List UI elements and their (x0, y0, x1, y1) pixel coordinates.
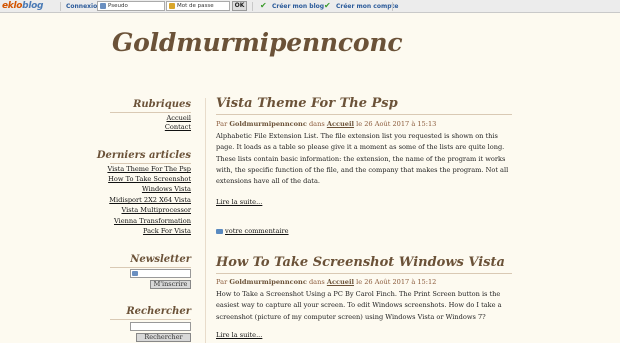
envelope-icon (132, 271, 138, 276)
comment-label: votre commentaire (225, 227, 289, 235)
recent-article-link[interactable]: Windows Vista (142, 185, 191, 194)
sidebar-divider (110, 319, 191, 320)
create-blog-link[interactable]: Créer mon blog (272, 3, 324, 10)
newsletter-subscribe-button[interactable]: M'inscrire (150, 280, 191, 289)
sidebar-divider (110, 267, 191, 268)
post-date: le 26 Août 2017 à 15:12 (356, 278, 437, 286)
post-author-link[interactable]: Goldmurmipennconc (229, 120, 307, 128)
password-field[interactable]: Mot de passe (166, 1, 230, 11)
recent-article-link[interactable]: Vista Multiprocessor (121, 206, 191, 215)
rubriques-heading: Rubriques (133, 99, 191, 110)
toolbar-divider (392, 2, 393, 11)
login-ok-button[interactable]: OK (232, 1, 247, 11)
meta-dans: dans (308, 278, 325, 286)
post-title[interactable]: How To Take Screenshot Windows Vista (216, 255, 505, 270)
post-date: le 26 Août 2017 à 15:13 (356, 120, 437, 128)
recent-article-link[interactable]: Midisport 2X2 X64 Vista (109, 196, 191, 205)
read-more-link[interactable]: Lire la suite... (216, 198, 262, 206)
post-meta: Par Goldmurmipennconc dans Accueil le 26… (216, 278, 436, 286)
sidebar-divider (110, 163, 191, 164)
checkmark-icon: ✔ (324, 1, 331, 10)
blog-title[interactable]: Goldmurmipennconc (112, 28, 403, 57)
eklablog-logo[interactable]: ekloblog (2, 1, 43, 12)
meta-dans: dans (308, 120, 325, 128)
search-button[interactable]: Rechercher (136, 333, 191, 342)
post-body: Alphabetic File Extension List. The file… (216, 132, 509, 186)
comment-icon (216, 228, 223, 234)
logo-part2: blog (22, 1, 44, 11)
newsletter-heading: Newsletter (130, 254, 191, 265)
post-title[interactable]: Vista Theme For The Psp (216, 96, 398, 111)
recent-article-link[interactable]: Vienna Transformation (114, 217, 191, 226)
recent-article-link[interactable]: How To Take Screenshot (108, 175, 191, 184)
post-meta: Par Goldmurmipennconc dans Accueil le 26… (216, 120, 436, 128)
post-title-rule (216, 273, 512, 274)
newsletter-email-input[interactable] (130, 269, 191, 278)
toolbar-divider (252, 2, 253, 11)
recent-article-link[interactable]: Pack For Vista (143, 227, 191, 236)
post-title-rule (216, 114, 512, 115)
meta-par: Par (216, 278, 228, 286)
read-more-link[interactable]: Lire la suite... (216, 331, 262, 339)
recent-article-link[interactable]: Vista Theme For The Psp (107, 165, 191, 174)
column-divider (205, 98, 206, 343)
recent-articles-heading: Derniers articles (96, 150, 191, 161)
comment-link[interactable]: votre commentaire (216, 227, 289, 235)
logo-part1: eklo (2, 1, 23, 11)
top-toolbar: ekloblog Connexion : Pseudo Mot de passe… (0, 0, 620, 13)
search-input[interactable] (130, 322, 191, 331)
pseudo-field[interactable]: Pseudo (97, 1, 165, 11)
pseudo-placeholder: Pseudo (108, 3, 128, 9)
search-heading: Rechercher (126, 306, 191, 317)
create-account-link[interactable]: Créer mon compte (336, 3, 398, 10)
user-icon (100, 3, 106, 9)
post-category-link[interactable]: Accueil (327, 278, 354, 286)
checkmark-icon: ✔ (260, 1, 267, 10)
post-author-link[interactable]: Goldmurmipennconc (229, 278, 307, 286)
sidebar-item-contact[interactable]: Contact (165, 123, 191, 132)
toolbar-divider (60, 2, 61, 11)
sidebar-divider (110, 112, 191, 113)
password-placeholder: Mot de passe (177, 3, 214, 9)
sidebar-item-accueil[interactable]: Accueil (166, 114, 191, 123)
meta-par: Par (216, 120, 228, 128)
post-body: How to Take a Screenshot Using a PC By C… (216, 290, 502, 321)
post-category-link[interactable]: Accueil (327, 120, 354, 128)
key-icon (169, 3, 175, 9)
